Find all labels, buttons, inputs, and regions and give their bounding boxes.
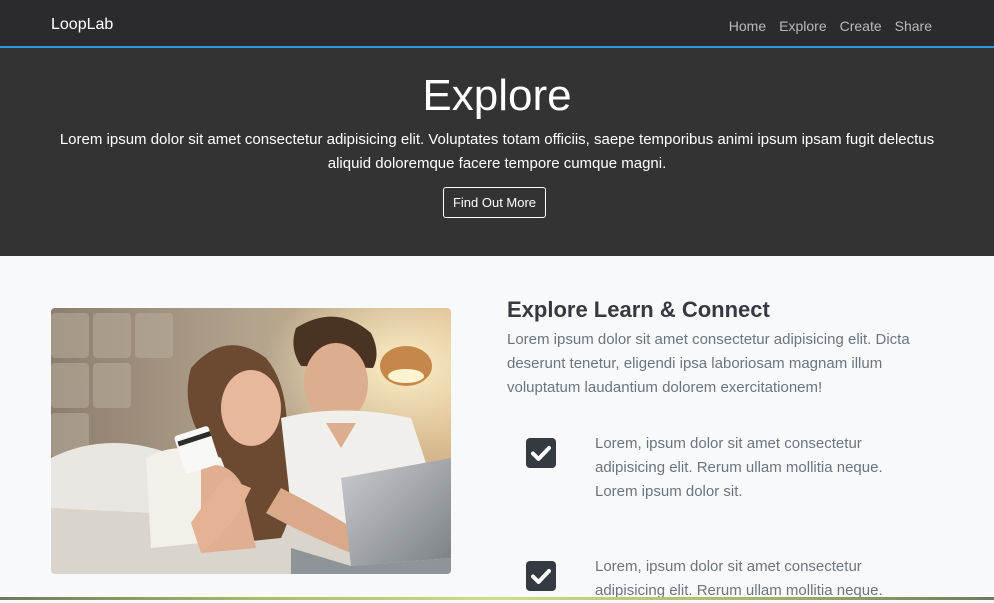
nav-link-create[interactable]: Create <box>840 16 882 36</box>
hero-lead-text: Lorem ipsum dolor sit amet consectetur a… <box>59 131 935 172</box>
find-out-more-button[interactable]: Find Out More <box>443 187 546 218</box>
feature-item-text: Lorem, ipsum dolor sit amet consectetur … <box>595 435 883 500</box>
nav-link-home[interactable]: Home <box>729 16 766 36</box>
check-square-icon <box>526 438 556 468</box>
couple-shopping-photo <box>51 308 451 574</box>
hero-title: Explore <box>422 71 572 120</box>
brand-logo[interactable]: LoopLab <box>51 15 113 35</box>
section-text: Lorem ipsum dolor sit amet consectetur a… <box>507 331 910 396</box>
check-square-icon <box>526 561 556 591</box>
hero-section: Explore Lorem ipsum dolor sit amet conse… <box>0 48 994 256</box>
nav-links: Home Explore Create Share <box>716 16 932 36</box>
navbar: LoopLab Home Explore Create Share <box>0 0 994 48</box>
nav-link-share[interactable]: Share <box>895 16 932 36</box>
nav-link-explore[interactable]: Explore <box>779 16 826 36</box>
section-title: Explore Learn & Connect <box>507 297 770 322</box>
feature-item-text: Lorem, ipsum dolor sit amet consectetur … <box>595 558 883 599</box>
